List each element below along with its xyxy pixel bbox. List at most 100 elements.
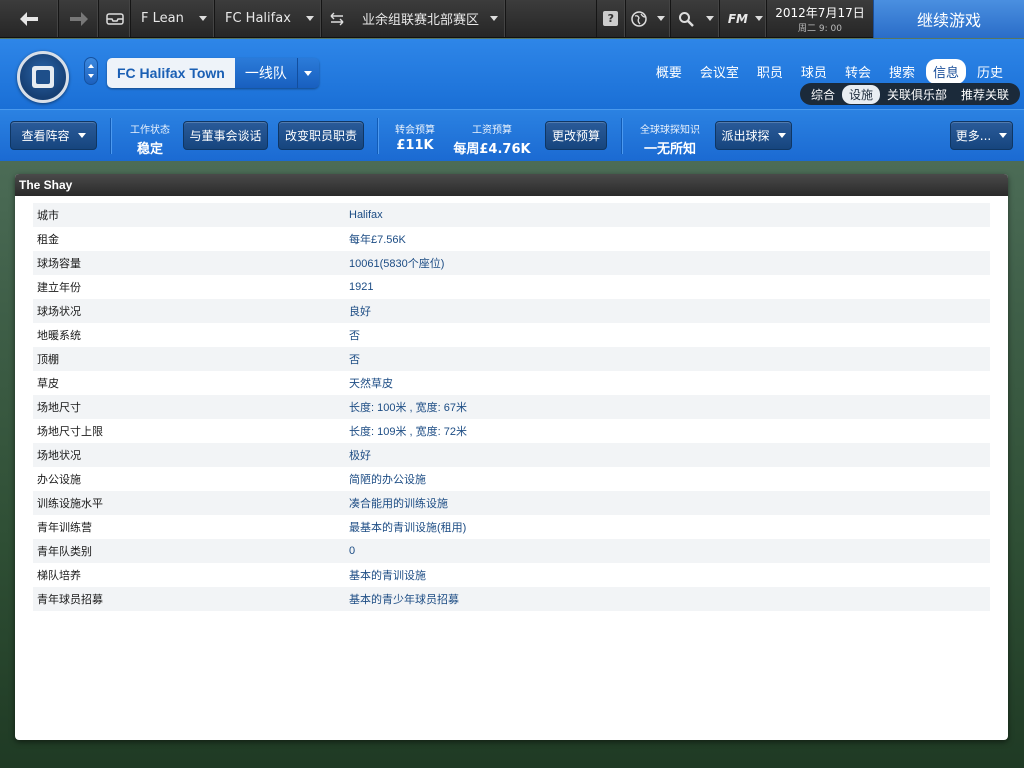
team-selector[interactable]: FC Halifax Town 一线队	[107, 58, 319, 88]
forward-arrow-icon	[59, 0, 98, 38]
change-budget-button[interactable]: 更改预算	[545, 121, 607, 150]
chevron-down-icon	[192, 0, 214, 38]
divider	[621, 118, 622, 154]
chevron-down-icon	[752, 0, 766, 38]
row-value: 最基本的青训设施(租用)	[349, 522, 467, 534]
squad-name[interactable]: 一线队	[234, 58, 297, 88]
inbox-button[interactable]	[99, 0, 131, 37]
nav-staff[interactable]: 职员	[750, 59, 790, 84]
club-crest	[17, 51, 69, 103]
subnav-facilities[interactable]: 设施	[841, 84, 880, 104]
scout-knowledge-value: 一无所知	[643, 142, 696, 157]
subnav-general[interactable]: 综合	[804, 85, 842, 104]
table-row: 草皮 天然草皮	[33, 371, 990, 395]
current-date: 2012年7月17日	[775, 5, 865, 20]
row-value: 10061(5830个座位)	[349, 258, 445, 270]
nav-history[interactable]: 历史	[970, 59, 1010, 84]
row-label: 青年训练营	[37, 521, 92, 534]
squad-dropdown[interactable]	[296, 58, 319, 88]
info-subnav: 综合 设施 关联俱乐部 推荐关联	[799, 83, 1020, 105]
search-icon	[671, 0, 701, 38]
search-menu[interactable]	[671, 0, 720, 37]
more-button[interactable]: 更多...	[950, 121, 1013, 150]
panel-title: The Shay	[15, 174, 1008, 196]
table-row: 梯队培养 基本的青训设施	[33, 563, 990, 587]
row-label: 租金	[37, 233, 59, 246]
scout-knowledge-label: 全球球探知识	[640, 125, 700, 136]
job-status: 工作状态 稳定	[121, 121, 179, 157]
table-row: 办公设施 简陋的办公设施	[33, 467, 990, 491]
row-label: 建立年份	[37, 281, 81, 294]
manager-menu[interactable]: F Lean	[131, 0, 215, 37]
row-label: 梯队培养	[37, 569, 81, 582]
scout-knowledge: 全球球探知识 一无所知	[634, 121, 706, 157]
divider	[110, 118, 111, 154]
help-button[interactable]: ?	[595, 0, 626, 37]
row-label: 草皮	[37, 377, 59, 390]
transfer-budget-label: 转会预算	[395, 125, 435, 136]
chevron-up-icon[interactable]	[88, 64, 94, 68]
nav-boardroom[interactable]: 会议室	[693, 59, 746, 84]
team-stepper[interactable]	[84, 57, 98, 85]
row-value: 0	[349, 545, 356, 557]
club-header: FC Halifax Town 一线队 概要 会议室 职员 球员 转会 搜索 信…	[0, 39, 1024, 109]
table-row: 青年训练营 最基本的青训设施(租用)	[33, 515, 990, 539]
row-value: Halifax	[349, 209, 383, 221]
row-value: 长度: 100米 , 宽度: 67米	[349, 402, 467, 414]
subnav-affiliates[interactable]: 关联俱乐部	[880, 85, 954, 104]
subnav-suggested-affiliates[interactable]: 推荐关联	[954, 85, 1016, 104]
nav-info[interactable]: 信息	[925, 59, 966, 84]
chevron-down-icon[interactable]	[88, 74, 94, 78]
row-value: 长度: 109米 , 宽度: 72米	[349, 426, 467, 438]
club-nav: 概要 会议室 职员 球员 转会 搜索 信息 历史	[649, 59, 1010, 84]
job-status-value: 稳定	[136, 142, 163, 157]
table-row: 租金 每年£7.56K	[33, 227, 990, 251]
chevron-down-icon	[701, 0, 719, 38]
nav-players[interactable]: 球员	[794, 59, 834, 84]
club-menu[interactable]: FC Halifax	[215, 0, 322, 37]
help-icon: ?	[603, 11, 619, 26]
date-display[interactable]: 2012年7月17日 周二 9: 00	[767, 0, 873, 37]
transfer-budget: 转会预算 £11K	[388, 121, 442, 153]
table-row: 场地状况 极好	[33, 443, 990, 467]
row-value: 凑合能用的训练设施	[349, 498, 448, 510]
team-name[interactable]: FC Halifax Town	[107, 58, 235, 88]
nav-search[interactable]: 搜索	[882, 59, 922, 84]
world-menu[interactable]	[626, 0, 671, 37]
change-staff-button[interactable]: 改变职员职责	[278, 121, 364, 150]
wage-budget-label: 工资预算	[472, 125, 512, 136]
chevron-down-icon	[777, 133, 786, 138]
row-value: 良好	[349, 306, 371, 318]
continue-button[interactable]: 继续游戏	[873, 0, 1024, 38]
row-value: 基本的青少年球员招募	[349, 594, 459, 606]
view-squad-button[interactable]: 查看阵容	[10, 121, 97, 150]
view-squad-label: 查看阵容	[21, 129, 70, 143]
row-value: 1921	[349, 281, 374, 293]
current-time: 周二 9: 00	[798, 23, 842, 34]
table-row: 球场状况 良好	[33, 299, 990, 323]
table-row: 顶棚 否	[33, 347, 990, 371]
send-scout-label: 派出球探	[721, 129, 770, 143]
nav-transfers[interactable]: 转会	[838, 59, 878, 84]
table-row: 场地尺寸上限 长度: 109米 , 宽度: 72米	[33, 419, 990, 443]
chevron-down-icon	[483, 0, 505, 38]
send-scout-button[interactable]: 派出球探	[715, 121, 792, 150]
row-label: 球场状况	[37, 305, 81, 318]
nav-overview[interactable]: 概要	[649, 59, 689, 84]
competition-name: 业余组联赛北部赛区	[362, 13, 480, 28]
row-value: 否	[349, 330, 360, 342]
table-row: 地暖系统 否	[33, 323, 990, 347]
table-row: 建立年份 1921	[33, 275, 990, 299]
row-value: 每年£7.56K	[349, 234, 406, 246]
row-label: 办公设施	[37, 473, 81, 486]
talk-board-button[interactable]: 与董事会谈话	[183, 121, 268, 150]
row-value: 天然草皮	[349, 378, 393, 390]
fm-menu[interactable]: FM	[720, 0, 767, 37]
club-name: FC Halifax	[225, 11, 291, 26]
stadium-panel: The Shay 城市 Halifax 租金 每年£7.56K 球场容量 10061(…	[15, 174, 1008, 740]
row-label: 场地尺寸	[37, 401, 81, 414]
competition-menu[interactable]: 业余组联赛北部赛区	[322, 0, 506, 37]
chevron-down-icon	[304, 70, 313, 76]
forward-button[interactable]	[59, 0, 99, 37]
back-button[interactable]	[0, 0, 59, 37]
